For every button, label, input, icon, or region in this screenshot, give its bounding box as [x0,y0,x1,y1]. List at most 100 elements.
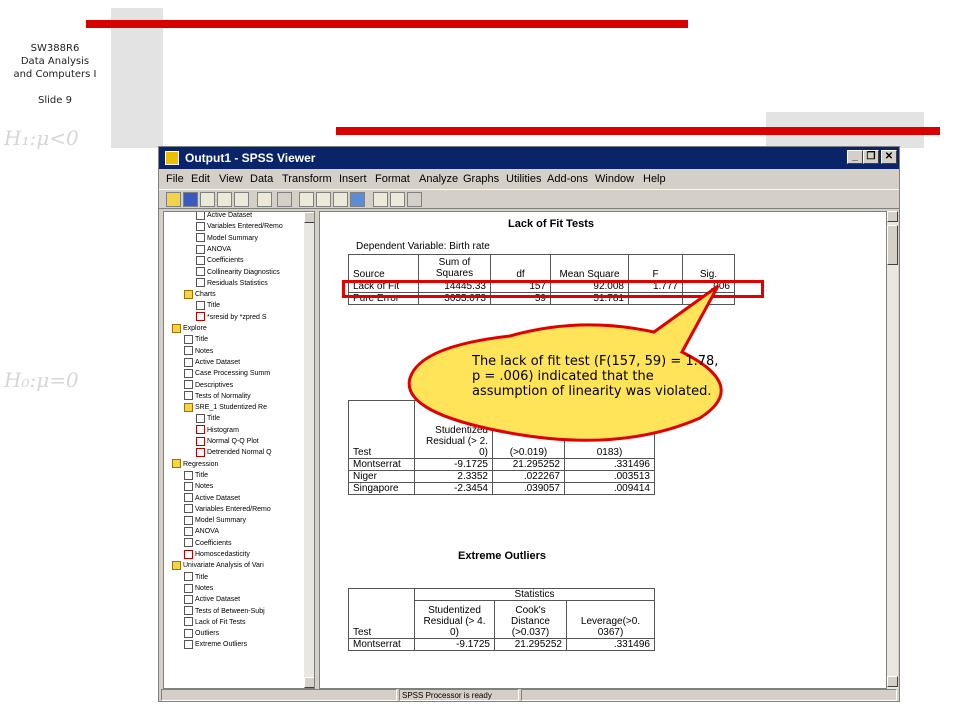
outline-item[interactable]: Case Processing Summ [184,368,270,380]
minimize-button[interactable]: _ [847,150,863,164]
close-button[interactable]: ✕ [881,150,897,164]
goto-data-icon[interactable] [299,192,314,207]
outline-item[interactable]: Tests of Normality [184,391,251,403]
menu-addons[interactable]: Add-ons [547,173,588,185]
menu-file[interactable]: File [166,173,184,185]
extreme-table: Statistics Test Studentized Residual (> … [348,588,655,651]
table-icon [196,414,205,424]
status-text: SPSS Processor is ready [399,689,519,701]
dialog-recall-icon[interactable] [257,192,272,207]
menu-utilities[interactable]: Utilities [506,173,541,185]
outline-item[interactable]: Title [196,300,220,312]
outline-item[interactable]: Detrended Normal Q [196,447,272,459]
select-icon[interactable] [350,192,365,207]
outline-item-label: Active Dataset [195,494,241,502]
menu-format[interactable]: Format [375,173,410,185]
outline-item[interactable]: Residuals Statistics [196,278,268,290]
menu-view[interactable]: View [219,173,243,185]
formula-watermark: H₁:μ<0 H₀:μ=0 W = Σ wᵢ t = (x̄−μ₀)/(s/√n… [3,126,79,392]
variables-icon[interactable] [333,192,348,207]
outline-item[interactable]: Active Dataset [184,594,240,606]
goto-case-icon[interactable] [316,192,331,207]
outline-item[interactable]: Outliers [184,628,219,640]
menu-help[interactable]: Help [643,173,666,185]
outline-item[interactable]: Coefficients [184,538,231,550]
header-line: 0) [450,627,459,638]
menu-transform[interactable]: Transform [282,173,332,185]
table-row[interactable]: Montserrat -9.1725 21.295252 .331496 [348,638,655,651]
outline-item[interactable]: ANOVA [184,526,219,538]
outline-item[interactable]: Variables Entered/Remo [184,504,271,516]
scroll-up-arrow[interactable] [304,212,314,223]
outline-item[interactable]: Lack of Fit Tests [184,617,245,629]
menu-analyze[interactable]: Analyze [419,173,458,185]
cell: .009414 [564,482,655,495]
outline-item[interactable]: Title [196,413,220,425]
outline-item[interactable]: Active Dataset [184,493,240,505]
header-line: 0367) [597,627,624,638]
scroll-down-arrow[interactable] [887,676,898,687]
outline-item[interactable]: Notes [184,481,213,493]
outline-item[interactable]: Regression [172,459,218,471]
cell: -9.1725 [414,458,493,471]
outline-item-label: Tests of Normality [195,392,251,400]
outline-item[interactable]: Notes [184,346,213,358]
scroll-down-arrow[interactable] [304,677,314,688]
menu-graphs[interactable]: Graphs [463,173,499,185]
outline-item[interactable]: Active Dataset [184,357,240,369]
menu-data[interactable]: Data [250,173,273,185]
window-titlebar[interactable]: Output1 - SPSS Viewer _ ❐ ✕ [159,147,899,169]
outline-item[interactable]: Coefficients [196,255,243,267]
export-icon[interactable] [234,192,249,207]
slide-header: SW388R6 Data Analysis and Computers I Sl… [0,42,110,107]
table-icon [184,470,193,480]
open-icon[interactable] [166,192,181,207]
menu-bar: File Edit View Data Transform Insert For… [159,169,899,189]
book-icon [172,560,181,570]
save-icon[interactable] [183,192,198,207]
insert-icon[interactable] [407,192,422,207]
outline-item[interactable]: Univariate Analysis of Vari [172,560,264,572]
outline-item[interactable]: Explore [172,323,207,335]
outline-item[interactable]: Notes [184,583,213,595]
outline-item[interactable]: *sresid by *zpred S [196,312,267,324]
callout-text: The lack of fit test (F(157, 59) = 1.78,… [472,354,719,399]
scroll-up-arrow[interactable] [887,211,898,222]
hide-icon[interactable] [390,192,405,207]
outline-item[interactable]: Normal Q-Q Plot [196,436,259,448]
outline-item[interactable]: Model Summary [184,515,246,527]
show-all-icon[interactable] [373,192,388,207]
restore-button[interactable]: ❐ [863,150,879,164]
menu-edit[interactable]: Edit [191,173,210,185]
print-preview-icon[interactable] [217,192,232,207]
table-row[interactable]: Singapore -2.3454 .039057 .009414 [348,482,655,495]
outline-item[interactable]: Tests of Between-Subj [184,606,265,618]
outline-item[interactable]: Title [184,334,208,346]
outline-item[interactable]: Title [184,572,208,584]
scroll-thumb[interactable] [887,225,898,265]
tree-scrollbar[interactable] [304,212,314,688]
outline-item[interactable]: SRE_1 Studentized Re [184,402,267,414]
outline-item[interactable]: Histogram [196,425,239,437]
outline-item[interactable]: Charts [184,289,216,301]
outline-item[interactable]: ANOVA [196,244,231,256]
outline-item[interactable]: Homoscedasticity [184,549,250,561]
outline-item[interactable]: Title [184,470,208,482]
cell: Niger [348,470,415,483]
print-icon[interactable] [200,192,215,207]
outline-item[interactable]: Extreme Outliers [184,639,247,651]
menu-window[interactable]: Window [595,173,634,185]
chart-icon [184,549,193,559]
outline-item[interactable]: Descriptives [184,380,233,392]
output-scrollbar[interactable] [887,211,898,689]
outline-item[interactable]: Collinearity Diagnostics [196,267,280,279]
table-row[interactable]: Niger 2.3352 .022267 .003513 [348,470,655,483]
outline-item[interactable]: Variables Entered/Remo [196,221,283,233]
undo-icon[interactable] [277,192,292,207]
outline-item[interactable]: Model Summary [196,233,258,245]
table-row[interactable]: Montserrat -9.1725 21.295252 .331496 [348,458,655,471]
outline-item-label: Active Dataset [207,212,253,219]
table-icon [184,346,193,356]
header-line: 0) [479,447,488,458]
menu-insert[interactable]: Insert [339,173,367,185]
